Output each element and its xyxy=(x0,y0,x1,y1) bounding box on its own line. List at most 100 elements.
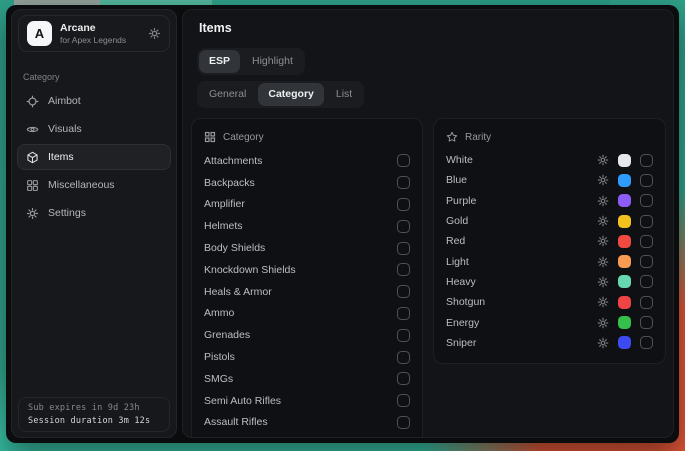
rarity-checkbox[interactable] xyxy=(640,154,653,167)
category-checkbox[interactable] xyxy=(397,263,410,276)
rarity-color-swatch[interactable] xyxy=(618,275,631,288)
gear-icon xyxy=(26,207,39,220)
gear-icon[interactable] xyxy=(597,317,609,329)
mode-toggle-highlight[interactable]: Highlight xyxy=(242,50,303,73)
main-panel: Items ESP Highlight General Category Lis… xyxy=(182,9,674,438)
rarity-checkbox[interactable] xyxy=(640,235,653,248)
rarity-color-swatch[interactable] xyxy=(618,194,631,207)
rarity-row: Sniper xyxy=(446,333,653,353)
sidebar-nav: Aimbot Visuals Items Miscellaneous xyxy=(12,88,176,226)
rarity-color-swatch[interactable] xyxy=(618,154,631,167)
category-checkbox[interactable] xyxy=(397,154,410,167)
category-checkbox[interactable] xyxy=(397,394,410,407)
category-row: Knockdown Shields xyxy=(204,259,410,281)
rarity-checkbox[interactable] xyxy=(640,255,653,268)
app-name: Arcane xyxy=(60,22,126,35)
rarity-row-label: Sniper xyxy=(446,337,597,349)
category-row: Assault Rifles xyxy=(204,412,410,434)
rarity-panel-header: Rarity xyxy=(446,131,653,143)
category-row: Semi Auto Rifles xyxy=(204,390,410,412)
rarity-row-controls xyxy=(597,154,653,167)
gear-icon[interactable] xyxy=(597,296,609,308)
sidebar-item-label: Settings xyxy=(48,207,86,219)
category-row-label: Ammo xyxy=(204,307,234,319)
rarity-row-controls xyxy=(597,235,653,248)
category-row: Attachments xyxy=(204,150,410,172)
rarity-row: Shotgun xyxy=(446,292,653,312)
category-row: LMGs xyxy=(204,433,410,438)
page-title: Items xyxy=(199,21,232,35)
rarity-color-swatch[interactable] xyxy=(618,316,631,329)
rarity-color-swatch[interactable] xyxy=(618,235,631,248)
rarity-checkbox[interactable] xyxy=(640,336,653,349)
mode-toggle-esp[interactable]: ESP xyxy=(199,50,240,73)
sidebar-item-label: Items xyxy=(48,151,74,163)
rarity-row-label: Heavy xyxy=(446,276,597,288)
category-checkbox[interactable] xyxy=(397,198,410,211)
category-row-label: Knockdown Shields xyxy=(204,264,296,276)
crosshair-icon xyxy=(26,95,39,108)
panels-row: Category Attachments Backpacks Amplifier… xyxy=(191,118,666,438)
app-subtitle: for Apex Legends xyxy=(60,35,126,45)
rarity-row-controls xyxy=(597,215,653,228)
rarity-row-controls xyxy=(597,194,653,207)
sidebar-item-label: Aimbot xyxy=(48,95,81,107)
rarity-row-controls xyxy=(597,174,653,187)
session-duration-text: Session duration 3m 12s xyxy=(28,416,160,426)
gear-icon[interactable] xyxy=(597,337,609,349)
gear-icon[interactable] xyxy=(597,195,609,207)
category-checkbox[interactable] xyxy=(397,372,410,385)
rarity-row: Red xyxy=(446,231,653,251)
category-checkbox[interactable] xyxy=(397,220,410,233)
gear-icon[interactable] xyxy=(597,215,609,227)
rarity-color-swatch[interactable] xyxy=(618,174,631,187)
rarity-checkbox[interactable] xyxy=(640,215,653,228)
rarity-color-swatch[interactable] xyxy=(618,255,631,268)
rarity-row: Heavy xyxy=(446,272,653,292)
sidebar-item-label: Visuals xyxy=(48,123,82,135)
gear-icon[interactable] xyxy=(597,154,609,166)
rarity-rows: White Blue Purple Gold xyxy=(446,150,653,353)
gear-icon[interactable] xyxy=(597,235,609,247)
rarity-checkbox[interactable] xyxy=(640,174,653,187)
rarity-color-swatch[interactable] xyxy=(618,336,631,349)
app-logo: A xyxy=(27,21,52,46)
gear-icon[interactable] xyxy=(148,27,161,40)
sub-expiry-text: Sub expires in 9d 23h xyxy=(28,403,160,413)
category-checkbox[interactable] xyxy=(397,416,410,429)
rarity-checkbox[interactable] xyxy=(640,194,653,207)
sidebar-item-items[interactable]: Items xyxy=(17,144,171,170)
category-checkbox[interactable] xyxy=(397,329,410,342)
rarity-row-controls xyxy=(597,275,653,288)
category-checkbox[interactable] xyxy=(397,307,410,320)
sidebar-item-visuals[interactable]: Visuals xyxy=(17,116,171,142)
category-checkbox[interactable] xyxy=(397,351,410,364)
tab-list[interactable]: List xyxy=(326,83,362,106)
rarity-row-label: Energy xyxy=(446,317,597,329)
category-row-label: Assault Rifles xyxy=(204,416,268,428)
sidebar-item-aimbot[interactable]: Aimbot xyxy=(17,88,171,114)
gear-icon[interactable] xyxy=(597,276,609,288)
tab-category[interactable]: Category xyxy=(258,83,324,106)
rarity-checkbox[interactable] xyxy=(640,316,653,329)
gear-icon[interactable] xyxy=(597,256,609,268)
rarity-row: Blue xyxy=(446,170,653,190)
category-row-label: Grenades xyxy=(204,329,250,341)
rarity-checkbox[interactable] xyxy=(640,296,653,309)
category-row-label: Attachments xyxy=(204,155,262,167)
category-panel: Category Attachments Backpacks Amplifier… xyxy=(191,118,423,438)
rarity-color-swatch[interactable] xyxy=(618,215,631,228)
gear-icon[interactable] xyxy=(597,174,609,186)
rarity-checkbox[interactable] xyxy=(640,275,653,288)
category-checkbox[interactable] xyxy=(397,176,410,189)
tab-general[interactable]: General xyxy=(199,83,256,106)
sidebar: A Arcane for Apex Legends Category Aimbo… xyxy=(11,9,177,438)
category-checkbox[interactable] xyxy=(397,242,410,255)
package-icon xyxy=(26,151,39,164)
category-checkbox[interactable] xyxy=(397,285,410,298)
sidebar-item-miscellaneous[interactable]: Miscellaneous xyxy=(17,172,171,198)
rarity-row: White xyxy=(446,150,653,170)
sidebar-item-settings[interactable]: Settings xyxy=(17,200,171,226)
rarity-color-swatch[interactable] xyxy=(618,296,631,309)
category-panel-header: Category xyxy=(204,131,410,143)
